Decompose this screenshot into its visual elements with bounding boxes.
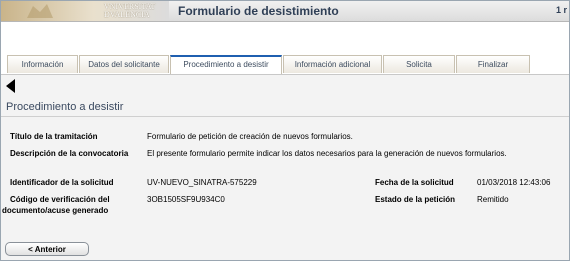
tab-datos-solicitante[interactable]: Datos del solicitante <box>79 55 169 73</box>
header-bar: VNIVERSITAT ĐVALÈNCIA Formulario de desi… <box>1 1 569 22</box>
tab-informacion-adicional[interactable]: Información adicional <box>283 55 382 73</box>
tab-informacion[interactable]: Información <box>7 55 78 73</box>
section-divider <box>1 116 569 117</box>
estado-value: Remitido <box>477 195 509 204</box>
descripcion-label: Descripción de la convocatoria <box>10 149 129 158</box>
content-panel: Procedimiento a desistir Título de la tr… <box>1 74 569 260</box>
previous-button[interactable]: < Anterior <box>5 242 89 256</box>
tab-finalizar[interactable]: Finalizar <box>456 55 530 73</box>
page-indicator: 1 r <box>555 5 567 15</box>
tab-procedimiento-desistir[interactable]: Procedimiento a desistir <box>170 55 282 74</box>
crest-icon <box>27 4 53 18</box>
university-logo: VNIVERSITAT ĐVALÈNCIA <box>1 1 169 21</box>
fecha-value: 01/03/2018 12:43:06 <box>477 178 551 187</box>
page-title: Formulario de desistimiento <box>178 4 339 18</box>
fecha-label: Fecha de la solicitud <box>375 178 454 187</box>
logo-line-2: ĐVALÈNCIA <box>104 10 150 19</box>
section-title: Procedimiento a desistir <box>6 101 124 113</box>
titulo-value: Formulario de petición de creación de nu… <box>147 132 353 141</box>
tab-bar: Información Datos del solicitante Proced… <box>7 55 531 74</box>
estado-label: Estado de la petición <box>375 195 456 204</box>
codigo-label-line1: Código de verificación del <box>10 195 110 204</box>
codigo-value: 3OB1505SF9U934C0 <box>147 195 225 204</box>
descripcion-value: El presente formulario permite indicar l… <box>147 149 507 158</box>
app-window: VNIVERSITAT ĐVALÈNCIA Formulario de desi… <box>0 0 570 261</box>
back-arrow-icon[interactable] <box>6 79 15 93</box>
identificador-value: UV-NUEVO_SINATRA-575229 <box>147 178 257 187</box>
titulo-label: Título de la tramitación <box>10 132 98 141</box>
tab-solicita[interactable]: Solicita <box>383 55 455 73</box>
codigo-label-line2: documento/acuse generado <box>2 206 109 215</box>
identificador-label: Identificador de la solicitud <box>10 178 114 187</box>
